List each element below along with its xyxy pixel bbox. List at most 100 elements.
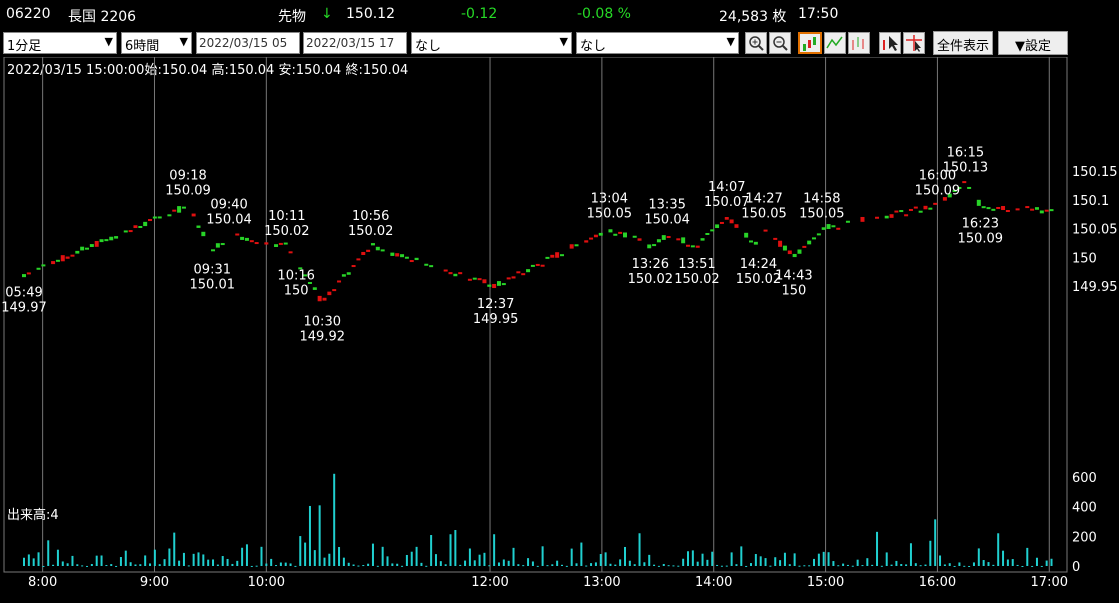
volume-bar bbox=[342, 557, 345, 566]
volume-bar bbox=[1011, 559, 1014, 566]
candle bbox=[933, 202, 938, 205]
volume-bar bbox=[284, 562, 287, 566]
candle bbox=[782, 245, 787, 251]
volume-bar bbox=[531, 561, 534, 566]
candle bbox=[763, 229, 768, 232]
indicator2-select[interactable]: なし ▼ bbox=[576, 32, 739, 54]
volume-bar bbox=[851, 565, 854, 567]
time-tick-label: 16:00 bbox=[919, 575, 956, 590]
candle bbox=[908, 208, 913, 211]
volume-bar bbox=[813, 558, 816, 566]
volume-bar bbox=[987, 562, 990, 566]
candle bbox=[584, 240, 589, 243]
candle bbox=[705, 232, 710, 235]
volume-bar bbox=[182, 552, 185, 566]
annotation-price: 150 bbox=[284, 283, 309, 298]
annotation-price: 150.02 bbox=[628, 272, 674, 287]
candle bbox=[802, 245, 807, 248]
candle bbox=[341, 274, 346, 277]
candle bbox=[467, 278, 472, 281]
volume-bar bbox=[759, 556, 762, 566]
candle-chart-button[interactable] bbox=[798, 32, 822, 54]
volume-bar bbox=[924, 564, 927, 566]
candle bbox=[618, 231, 623, 234]
candle bbox=[94, 240, 99, 247]
interval-select[interactable]: 1分足 ▼ bbox=[3, 32, 117, 54]
volume-bar bbox=[100, 555, 103, 566]
candle bbox=[918, 210, 923, 213]
candle bbox=[85, 247, 90, 250]
crosshair-button[interactable] bbox=[903, 32, 925, 54]
volume-bar bbox=[711, 551, 714, 566]
candle bbox=[327, 291, 332, 296]
volume-bar bbox=[420, 562, 423, 566]
volume-bar bbox=[76, 564, 79, 566]
range-select[interactable]: 6時間 ▼ bbox=[121, 32, 192, 54]
candle bbox=[390, 252, 395, 256]
volume-bar bbox=[158, 564, 161, 566]
volume-bar bbox=[318, 505, 321, 566]
total-volume: 24,583 枚 bbox=[719, 9, 787, 25]
volume-bar bbox=[895, 560, 898, 566]
zoom-in-icon bbox=[749, 36, 764, 51]
candle bbox=[807, 240, 812, 245]
candle bbox=[370, 243, 375, 246]
candle bbox=[967, 186, 972, 189]
volume-bar bbox=[997, 533, 1000, 566]
annotation-price: 150.09 bbox=[958, 232, 1004, 247]
zoom-out-button[interactable] bbox=[769, 32, 791, 54]
annotation-time: 09:31 bbox=[194, 263, 231, 278]
candle bbox=[1005, 210, 1010, 213]
volume-bar bbox=[255, 565, 258, 567]
annotation-time: 14:43 bbox=[775, 268, 812, 283]
volume-bar bbox=[856, 559, 859, 566]
zoom-in-button[interactable] bbox=[745, 32, 767, 54]
volume-bar bbox=[735, 564, 738, 566]
date-to-input[interactable]: 2022/03/15 17 bbox=[303, 32, 407, 54]
volume-bar bbox=[226, 558, 229, 566]
line-chart-button[interactable] bbox=[824, 32, 846, 54]
volume-bar bbox=[401, 565, 404, 567]
candle bbox=[80, 246, 85, 251]
candle bbox=[138, 225, 143, 228]
volume-bar bbox=[478, 554, 481, 566]
volume-bar bbox=[333, 473, 336, 566]
volume-bar bbox=[42, 565, 45, 567]
indicator1-select[interactable]: なし ▼ bbox=[411, 32, 572, 54]
annotation-price: 149.97 bbox=[1, 301, 47, 316]
volume-bar bbox=[614, 564, 617, 566]
volume-bar bbox=[541, 546, 544, 566]
bar-chart-button[interactable] bbox=[848, 32, 870, 54]
annotation-price: 150.01 bbox=[190, 278, 236, 293]
candle bbox=[991, 208, 996, 211]
volume-bar bbox=[934, 519, 937, 566]
candle bbox=[55, 259, 60, 262]
volume-bar bbox=[81, 565, 84, 567]
candle bbox=[962, 181, 967, 184]
show-all-button[interactable]: 全件表示 bbox=[933, 31, 993, 55]
candle bbox=[448, 272, 453, 275]
volume-bar bbox=[696, 561, 699, 566]
volume-bar bbox=[197, 552, 200, 566]
volume-bar bbox=[512, 547, 515, 566]
candle bbox=[622, 232, 627, 238]
candle bbox=[133, 225, 138, 229]
volume-bar bbox=[241, 547, 244, 566]
candle bbox=[845, 220, 850, 223]
cursor-button[interactable] bbox=[879, 32, 901, 54]
time-tick-label: 9:00 bbox=[140, 575, 169, 590]
volume-bar bbox=[914, 563, 917, 566]
annotation-price: 150.05 bbox=[587, 207, 633, 222]
annotation-time: 13:51 bbox=[678, 257, 715, 272]
volume-bar bbox=[662, 563, 665, 566]
candle bbox=[482, 279, 487, 284]
price-change: -0.12 bbox=[461, 6, 498, 22]
candle bbox=[492, 283, 497, 289]
candlestick-chart[interactable]: 2022/03/15 15:00:00始:150.04 高:150.04 安:1… bbox=[0, 57, 1119, 603]
settings-button[interactable]: ▼設定 bbox=[998, 31, 1068, 55]
volume-bar bbox=[61, 561, 64, 566]
volume-bar bbox=[139, 564, 142, 566]
volume-bar bbox=[783, 552, 786, 566]
candle bbox=[923, 205, 928, 210]
date-from-input[interactable]: 2022/03/15 05 bbox=[196, 32, 300, 54]
